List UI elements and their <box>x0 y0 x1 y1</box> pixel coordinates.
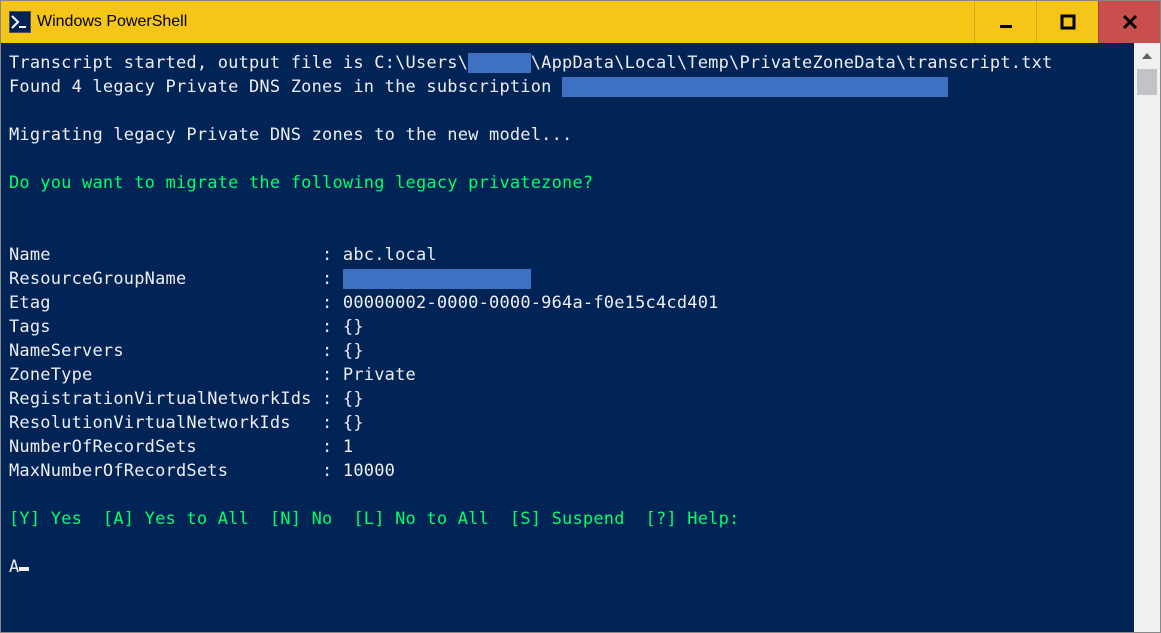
migrate-prompt: Do you want to migrate the following leg… <box>9 173 593 193</box>
transcript-line: Transcript started, output file is C:\Us… <box>9 53 1053 73</box>
prop-row: ResourceGroupName : xxxxxxxxxxxxxxxxxx <box>9 269 531 289</box>
prop-row: RegistrationVirtualNetworkIds : {} <box>9 389 364 409</box>
migrating-line: Migrating legacy Private DNS zones to th… <box>9 125 572 145</box>
redacted-rg: xxxxxxxxxxxxxxxxxx <box>343 269 531 289</box>
prop-row: Tags : {} <box>9 317 364 337</box>
redacted-user: xxxxxx <box>468 53 531 73</box>
close-button[interactable] <box>1098 1 1160 43</box>
prop-row: MaxNumberOfRecordSets : 10000 <box>9 461 395 481</box>
titlebar: Windows PowerShell <box>1 1 1160 43</box>
cursor <box>19 567 29 571</box>
prop-row: NumberOfRecordSets : 1 <box>9 437 353 457</box>
prop-row: Name : abc.local <box>9 245 437 265</box>
input-line[interactable]: A <box>9 557 29 577</box>
prop-row: NameServers : {} <box>9 341 364 361</box>
window-title: Windows PowerShell <box>37 13 187 31</box>
scroll-up-arrow[interactable] <box>1134 43 1160 69</box>
found-zones-line: Found 4 legacy Private DNS Zones in the … <box>9 77 948 97</box>
powershell-icon <box>9 11 31 33</box>
prop-row: ZoneType : Private <box>9 365 416 385</box>
titlebar-left: Windows PowerShell <box>9 11 187 33</box>
maximize-button[interactable] <box>1036 1 1098 43</box>
minimize-button[interactable] <box>974 1 1036 43</box>
terminal-output[interactable]: Transcript started, output file is C:\Us… <box>1 43 1134 632</box>
prop-row: ResolutionVirtualNetworkIds : {} <box>9 413 364 433</box>
redacted-subscription: xxxxxxxxxxxxxxxxxxxxxxxxxxxxxxxxxxxxx <box>562 77 948 97</box>
scrollbar[interactable] <box>1134 43 1160 632</box>
choice-prompt: [Y] Yes [A] Yes to All [N] No [L] No to … <box>9 509 739 529</box>
scroll-thumb[interactable] <box>1137 69 1157 95</box>
window-controls <box>974 1 1160 43</box>
content-area: Transcript started, output file is C:\Us… <box>1 43 1160 632</box>
prop-row: Etag : 00000002-0000-0000-964a-f0e15c4cd… <box>9 293 719 313</box>
